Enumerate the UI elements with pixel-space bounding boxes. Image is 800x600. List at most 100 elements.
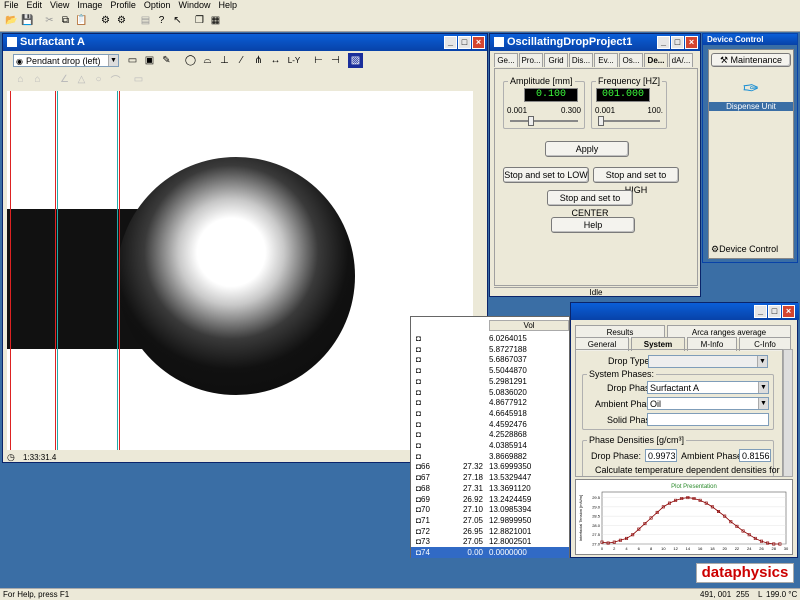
- tool-baseline-icon[interactable]: ⊥: [217, 53, 232, 68]
- amplitude-display[interactable]: 0.100: [524, 88, 578, 102]
- stop-low-button[interactable]: Stop and set to LOW: [503, 167, 589, 183]
- menu-window[interactable]: Window: [174, 0, 214, 10]
- table-row[interactable]: 72 26.95 12.8821001 ◘: [411, 526, 569, 537]
- table-row[interactable]: 71 27.05 12.9899950 ◘: [411, 515, 569, 526]
- maximize-button[interactable]: □: [458, 36, 471, 49]
- solid-phase-input[interactable]: [647, 413, 769, 426]
- maximize-button[interactable]: □: [671, 36, 684, 49]
- tool-line2-icon[interactable]: ⊣: [328, 53, 343, 68]
- frequency-slider-track[interactable]: [598, 120, 660, 122]
- tool-slash-icon[interactable]: ⁄: [234, 53, 249, 68]
- table-row[interactable]: 67 27.18 13.5329447 ◘: [411, 472, 569, 483]
- tool-arc-icon[interactable]: ⌒: [108, 72, 123, 87]
- guide-line[interactable]: [55, 91, 56, 450]
- paste-icon[interactable]: 📋: [74, 13, 89, 28]
- drop-phase-select[interactable]: Surfactant A ▼: [647, 381, 769, 394]
- tool-needle-icon[interactable]: ⋔: [251, 53, 266, 68]
- table-row[interactable]: 4.0385914 ◘: [411, 440, 569, 451]
- table-row[interactable]: 4.4592476 ◘: [411, 419, 569, 430]
- tool-active-icon[interactable]: ▨: [348, 53, 363, 68]
- gear-icon[interactable]: ⚙: [114, 13, 129, 28]
- drop-type-select[interactable]: ▼: [648, 355, 768, 368]
- table-row[interactable]: 4.2528868 ◘: [411, 429, 569, 440]
- props-scrollbar[interactable]: [783, 349, 793, 477]
- guide-line[interactable]: [119, 91, 120, 450]
- print-icon[interactable]: ▤: [138, 13, 153, 28]
- menu-image[interactable]: Image: [73, 0, 106, 10]
- menu-file[interactable]: File: [0, 0, 23, 10]
- open-icon[interactable]: 📂: [4, 13, 19, 28]
- tab-oscillation[interactable]: Os...: [619, 53, 643, 67]
- table-row[interactable]: 73 27.05 12.8002501 ◘: [411, 536, 569, 547]
- tool-folder-icon[interactable]: ▭: [125, 53, 140, 68]
- table-row[interactable]: 74 0.00 0.0000000 ◘: [411, 547, 569, 558]
- menu-edit[interactable]: Edit: [23, 0, 47, 10]
- table-row[interactable]: 70 27.10 13.0985394 ◘: [411, 504, 569, 515]
- frequency-display[interactable]: 001.000: [596, 88, 650, 102]
- menu-view[interactable]: View: [46, 0, 73, 10]
- guide-line[interactable]: [10, 91, 11, 450]
- table-row[interactable]: 4.6645918 ◘: [411, 408, 569, 419]
- tab-device[interactable]: De...: [644, 53, 668, 67]
- mode-select[interactable]: ◉ Pendant drop (left) ▼: [13, 54, 119, 67]
- tab-da[interactable]: dA/...: [669, 53, 693, 67]
- close-button[interactable]: ×: [472, 36, 485, 49]
- table-row[interactable]: 69 26.92 13.2424459 ◘: [411, 494, 569, 505]
- help-arrow-icon[interactable]: ↖: [170, 13, 185, 28]
- table-row[interactable]: 66 27.32 13.6999350 ◘: [411, 461, 569, 472]
- table-row[interactable]: 5.8727188 ◘: [411, 344, 569, 355]
- help-button[interactable]: Help: [551, 217, 635, 233]
- window-cascade-icon[interactable]: ❐: [192, 13, 207, 28]
- menu-option[interactable]: Option: [140, 0, 175, 10]
- settings-icon[interactable]: ⚙: [98, 13, 113, 28]
- tab-evaluation[interactable]: Ev...: [594, 53, 618, 67]
- tab-grid[interactable]: Grid: [544, 53, 568, 67]
- tool-triangle-icon[interactable]: △: [74, 72, 89, 87]
- guide-line[interactable]: [57, 91, 58, 450]
- stop-center-button[interactable]: Stop and set to CENTER: [547, 190, 633, 218]
- tool-pen-icon[interactable]: ✎: [159, 53, 174, 68]
- table-row[interactable]: 5.6867037 ◘: [411, 354, 569, 365]
- dispense-unit-label[interactable]: Dispense Unit: [709, 102, 793, 111]
- drop-image[interactable]: [7, 91, 473, 450]
- maximize-button[interactable]: □: [768, 305, 781, 318]
- amplitude-slider-track[interactable]: [510, 120, 578, 122]
- apply-button[interactable]: Apply: [545, 141, 629, 157]
- table-row[interactable]: 5.0836020 ◘: [411, 387, 569, 398]
- table-row[interactable]: 5.5044870 ◘: [411, 365, 569, 376]
- amplitude-slider-thumb[interactable]: [528, 116, 534, 126]
- ambient-density-input[interactable]: 0.8156: [739, 449, 771, 462]
- tool-sessile-icon[interactable]: ⌓: [200, 53, 215, 68]
- tool-drop2-icon[interactable]: ⌂: [30, 72, 45, 87]
- minimize-button[interactable]: _: [657, 36, 670, 49]
- menu-profile[interactable]: Profile: [106, 0, 140, 10]
- ambient-phase-select[interactable]: Oil ▼: [647, 397, 769, 410]
- table-row[interactable]: 4.8677912 ◘: [411, 397, 569, 408]
- save-icon[interactable]: 💾: [20, 13, 35, 28]
- tool-drop-icon[interactable]: ⌂: [13, 72, 28, 87]
- tool-ellipse-icon[interactable]: ◯: [183, 53, 198, 68]
- minimize-button[interactable]: _: [754, 305, 767, 318]
- tool-line-icon[interactable]: ⊢: [311, 53, 326, 68]
- interfacial-tension-chart[interactable]: Plot Presentation Interfacial Tension [mN…: [576, 480, 792, 554]
- close-button[interactable]: ×: [685, 36, 698, 49]
- tool-ly-button[interactable]: L-Y: [285, 53, 303, 68]
- window-tile-icon[interactable]: ▦: [208, 13, 223, 28]
- tool-circle-icon[interactable]: ○: [91, 72, 106, 87]
- stop-high-button[interactable]: Stop and set to HIGH: [593, 167, 679, 195]
- cut-icon[interactable]: ✂: [42, 13, 57, 28]
- tab-display[interactable]: Dis...: [569, 53, 593, 67]
- close-button[interactable]: ×: [782, 305, 795, 318]
- table-row[interactable]: 6.0264015 ◘: [411, 333, 569, 344]
- copy-icon[interactable]: ⧉: [58, 13, 73, 28]
- table-row[interactable]: 68 27.31 13.3691120 ◘: [411, 483, 569, 494]
- tool-measure-icon[interactable]: ↔: [268, 53, 283, 68]
- table-row[interactable]: 3.8669882 ◘: [411, 451, 569, 462]
- guide-line[interactable]: [117, 91, 118, 450]
- tool-angle-icon[interactable]: ∠: [57, 72, 72, 87]
- minimize-button[interactable]: _: [444, 36, 457, 49]
- device-control-footer[interactable]: ⚙Device Control: [711, 244, 791, 255]
- menu-help[interactable]: Help: [214, 0, 241, 10]
- frequency-slider-thumb[interactable]: [598, 116, 604, 126]
- drop-density-input[interactable]: 0.9973: [645, 449, 677, 462]
